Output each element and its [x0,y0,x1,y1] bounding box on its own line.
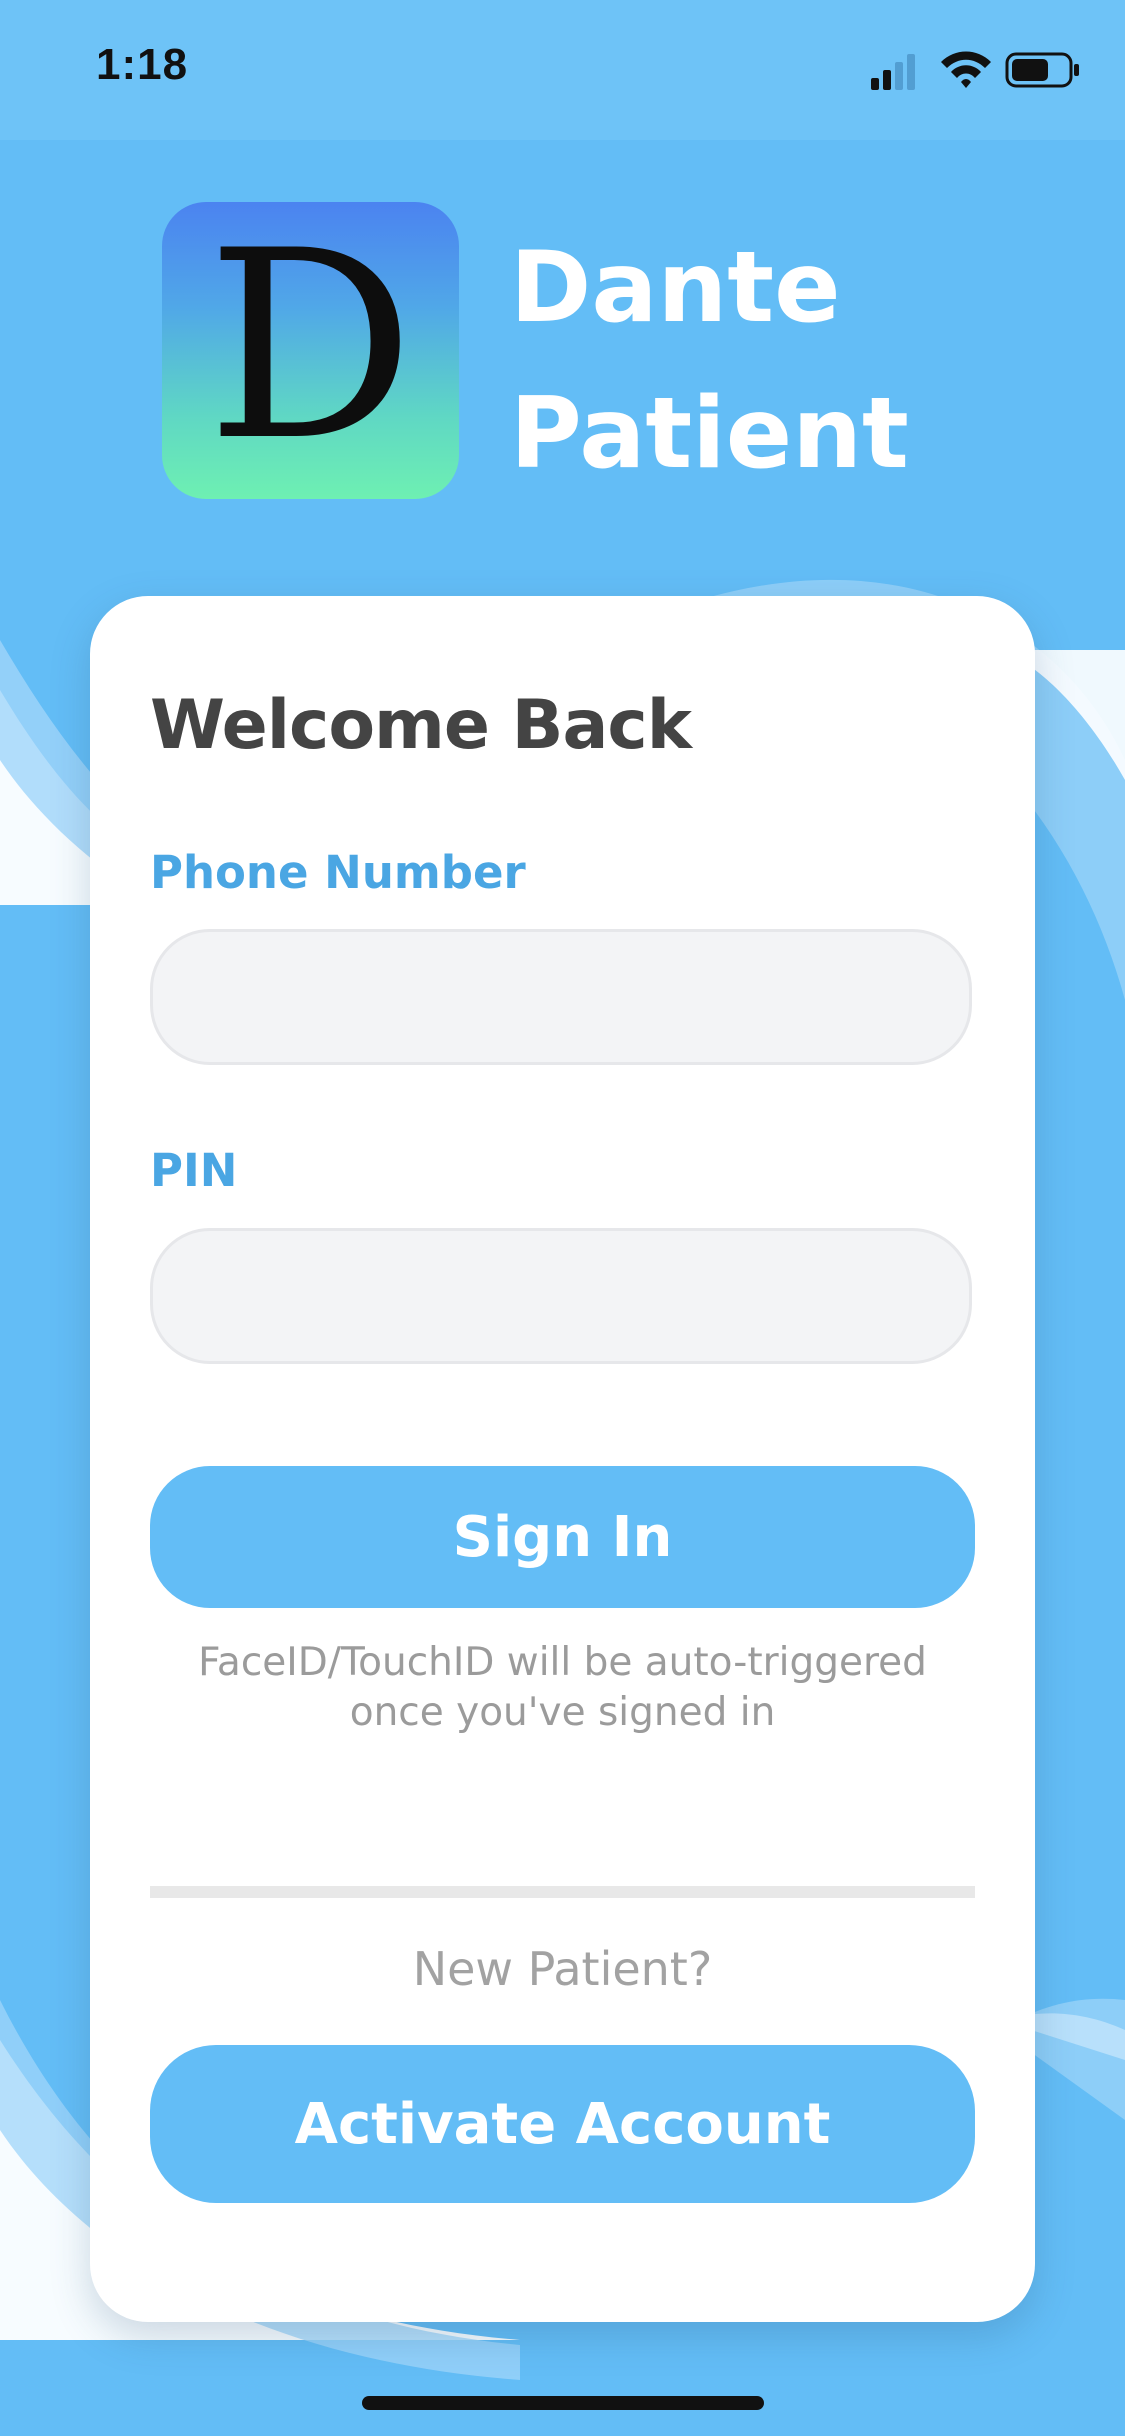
phone-number-input[interactable] [150,929,972,1065]
biometric-hint: FaceID/TouchID will be auto-triggered on… [90,1638,1035,1738]
page-title: Welcome Back [150,686,692,765]
phone-number-label: Phone Number [150,846,526,899]
wifi-icon [941,51,991,88]
biometric-hint-line2: once you've signed in [349,1690,776,1735]
battery-icon [1005,52,1079,88]
app-name-line2: Patient [510,377,909,491]
app-logo-letter: D [206,202,415,498]
sign-in-button[interactable]: Sign In [150,1466,975,1608]
biometric-hint-line1: FaceID/TouchID will be auto-triggered [198,1640,927,1685]
status-bar: 1:18 [0,0,1125,140]
new-patient-text: New Patient? [412,1942,713,1996]
pin-input[interactable] [150,1228,972,1364]
app-logo: D [162,202,459,499]
divider [150,1886,975,1898]
activate-account-button[interactable]: Activate Account [150,2045,975,2203]
app-name-line1: Dante [510,231,841,345]
status-icons [871,51,1079,90]
status-time: 1:18 [96,40,189,89]
login-card: Welcome Back Phone Number PIN Sign In Fa… [90,596,1035,2322]
cellular-signal-icon [871,54,915,90]
app-name: Dante Patient [510,215,930,507]
home-indicator[interactable] [362,2396,764,2410]
pin-label: PIN [150,1144,238,1197]
